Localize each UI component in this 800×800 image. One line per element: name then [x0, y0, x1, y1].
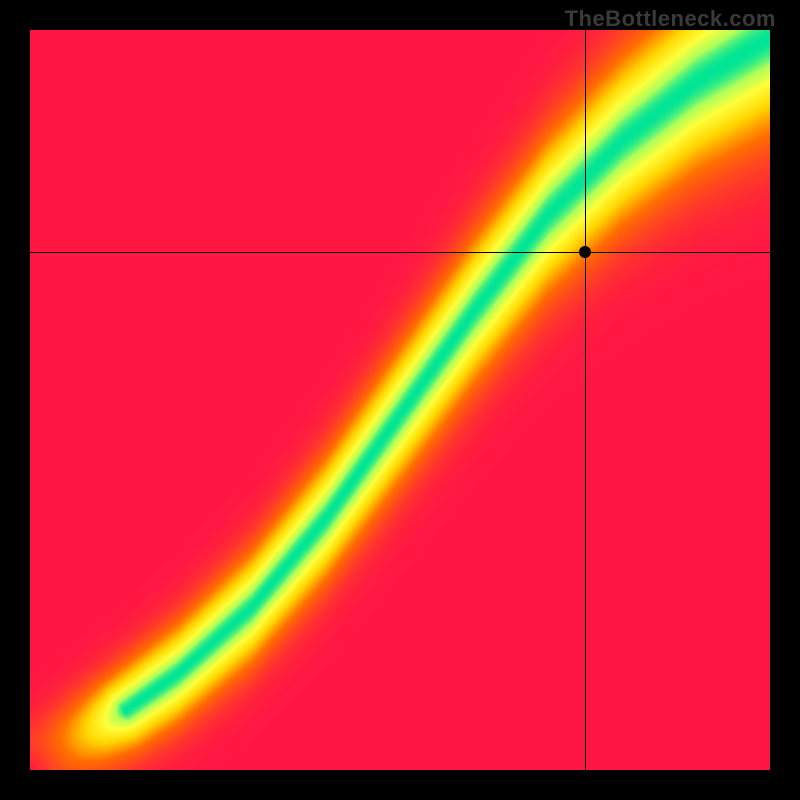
chart-frame: TheBottleneck.com: [0, 0, 800, 800]
heatmap-canvas: [30, 30, 770, 770]
watermark-text: TheBottleneck.com: [565, 6, 776, 32]
plot-area: [30, 30, 770, 770]
